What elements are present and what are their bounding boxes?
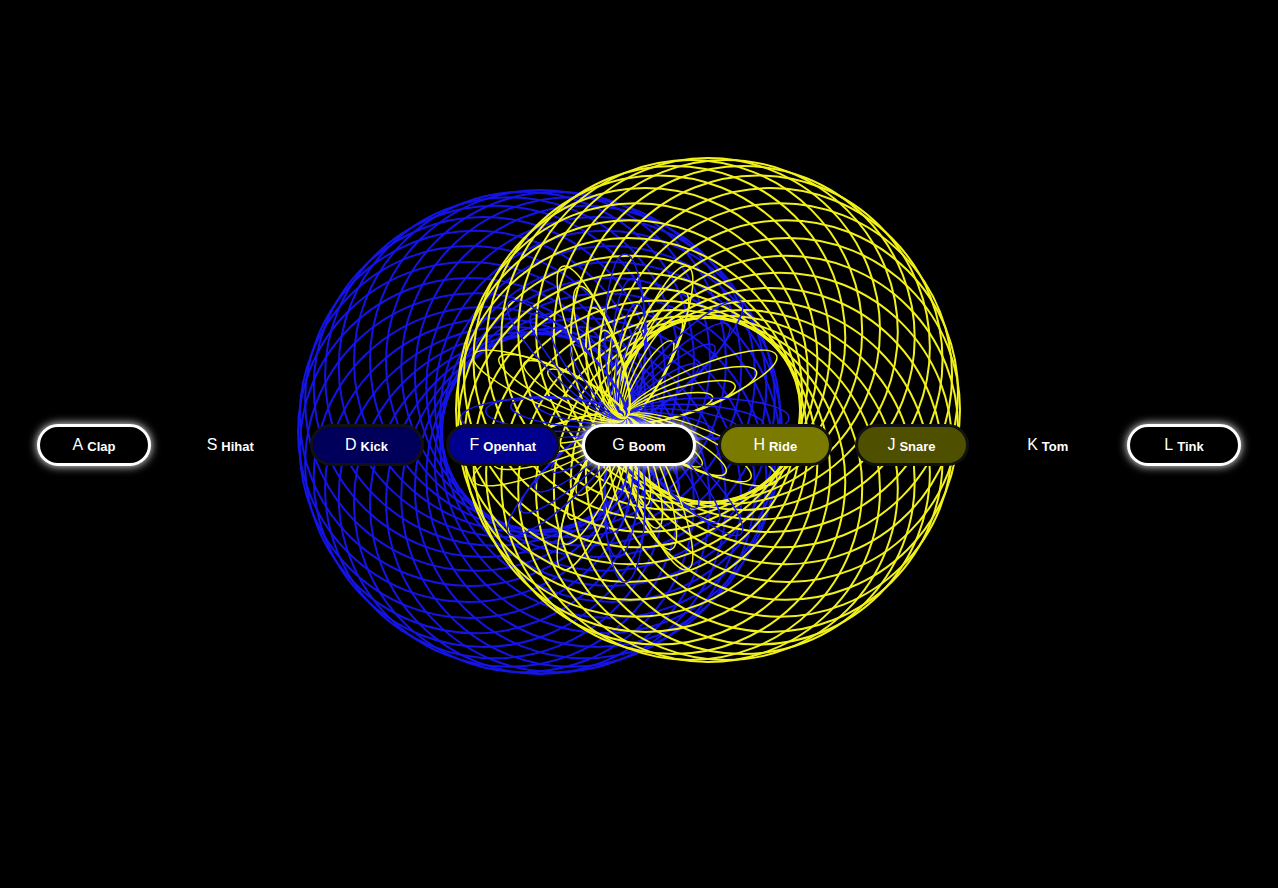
key-letter: H xyxy=(753,436,765,454)
drum-key[interactable]: JSnare xyxy=(855,424,969,466)
drum-key[interactable]: KTom xyxy=(991,424,1105,466)
drum-key[interactable]: DKick xyxy=(310,424,424,466)
drum-kit-page: AClap SHihat DKick FOpenhat G Boom HRide JSnare… xyxy=(0,0,1278,888)
key-letter: J xyxy=(887,436,895,454)
key-letter: L xyxy=(1164,436,1173,454)
drum-key[interactable]: G Boom xyxy=(582,424,696,466)
drum-key[interactable]: FOpenhat xyxy=(446,424,560,466)
key-letter: G xyxy=(612,436,624,454)
sound-name: Boom xyxy=(629,437,666,454)
key-letter: F xyxy=(469,436,479,454)
key-letter: S xyxy=(207,436,218,454)
drum-key[interactable]: AClap xyxy=(37,424,151,466)
sound-name: Hihat xyxy=(221,437,254,454)
sound-name: Clap xyxy=(87,437,115,454)
sound-name: Openhat xyxy=(483,437,536,454)
drum-key[interactable]: HRide xyxy=(718,424,832,466)
sound-name: Ride xyxy=(769,437,797,454)
drum-key[interactable]: SHihat xyxy=(173,424,287,466)
sound-name: Snare xyxy=(899,437,935,454)
sound-name: Kick xyxy=(361,437,388,454)
key-row: AClap SHihat DKick FOpenhat G Boom HRide JSnare… xyxy=(0,424,1278,466)
sound-name: Tink xyxy=(1177,437,1204,454)
key-letter: D xyxy=(345,436,357,454)
drum-key[interactable]: LTink xyxy=(1127,424,1241,466)
key-letter: K xyxy=(1027,436,1038,454)
sound-name: Tom xyxy=(1042,437,1068,454)
key-letter: A xyxy=(73,436,84,454)
